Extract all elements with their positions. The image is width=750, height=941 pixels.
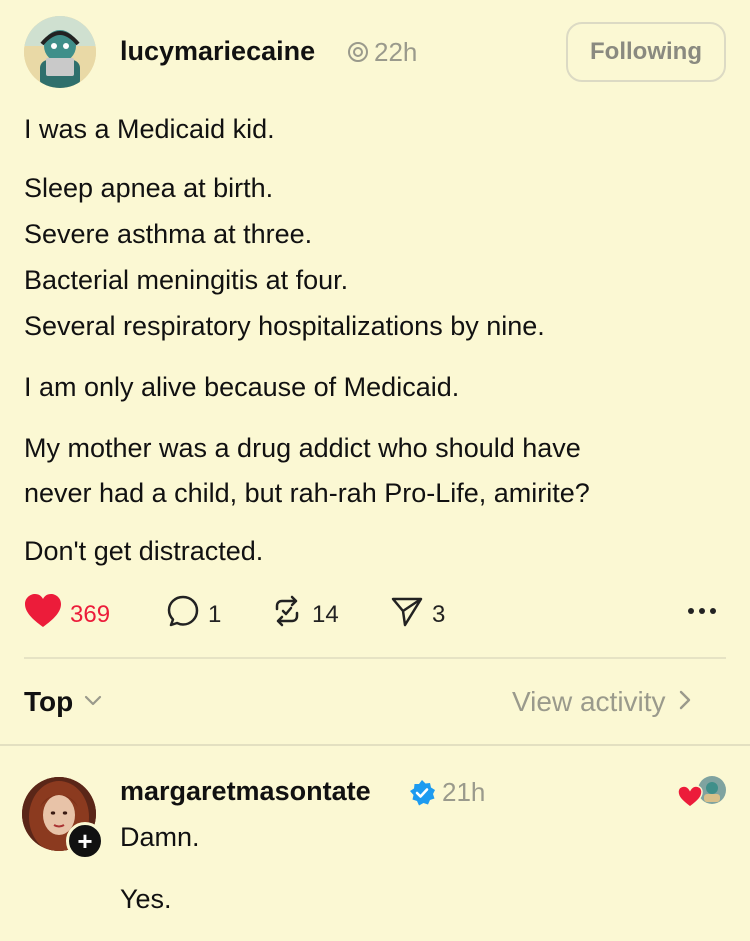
send-icon xyxy=(390,594,424,635)
chevron-right-icon xyxy=(678,689,692,716)
follow-plus-icon[interactable]: + xyxy=(66,822,104,860)
liked-by-author-indicator xyxy=(676,774,728,810)
comment-button[interactable]: 1 xyxy=(166,594,221,635)
view-activity-label: View activity xyxy=(512,686,666,717)
share-count: 3 xyxy=(432,600,446,628)
sort-label: Top xyxy=(24,686,74,717)
sort-dropdown[interactable]: Top xyxy=(24,686,103,718)
heart-icon xyxy=(24,594,62,635)
divider xyxy=(0,744,750,746)
post-text-line: Severe asthma at three. xyxy=(24,219,313,249)
like-button[interactable]: 369 xyxy=(24,594,110,635)
more-options-icon[interactable] xyxy=(686,604,718,616)
divider xyxy=(24,657,726,659)
following-button[interactable]: Following xyxy=(566,22,726,82)
post-text-line: I am only alive because of Medicaid. xyxy=(24,372,460,402)
chevron-down-icon xyxy=(83,693,103,712)
threads-network-icon xyxy=(346,40,370,64)
reply-author-username[interactable]: margaretmasontate xyxy=(120,776,371,807)
reply-text-line: Yes. xyxy=(120,884,172,914)
post-author-avatar[interactable] xyxy=(24,16,96,88)
like-count: 369 xyxy=(70,600,111,628)
post-timestamp: 22h xyxy=(374,37,418,67)
share-button[interactable]: 3 xyxy=(390,594,445,635)
post-text-line: Several respiratory hospitalizations by … xyxy=(24,311,545,341)
repost-button[interactable]: 14 xyxy=(270,594,339,635)
post-text-line: never had a child, but rah-rah Pro-Life,… xyxy=(24,478,590,508)
comment-bubble-icon xyxy=(166,594,200,635)
post-text-line: I was a Medicaid kid. xyxy=(24,114,275,144)
post-author-username[interactable]: lucymariecaine xyxy=(120,36,315,67)
post-text-line: Bacterial meningitis at four. xyxy=(24,265,349,295)
view-activity-link[interactable]: View activity xyxy=(512,686,692,718)
post-text-line: My mother was a drug addict who should h… xyxy=(24,433,581,463)
reply-text-line: Damn. xyxy=(120,822,200,852)
reply-timestamp: 21h xyxy=(442,777,486,807)
verified-badge-icon xyxy=(408,779,436,807)
post-text-line: Sleep apnea at birth. xyxy=(24,173,274,203)
comment-count: 1 xyxy=(208,600,222,628)
post-text-line: Don't get distracted. xyxy=(24,536,264,566)
repost-icon xyxy=(270,594,304,635)
repost-count: 14 xyxy=(312,600,339,628)
